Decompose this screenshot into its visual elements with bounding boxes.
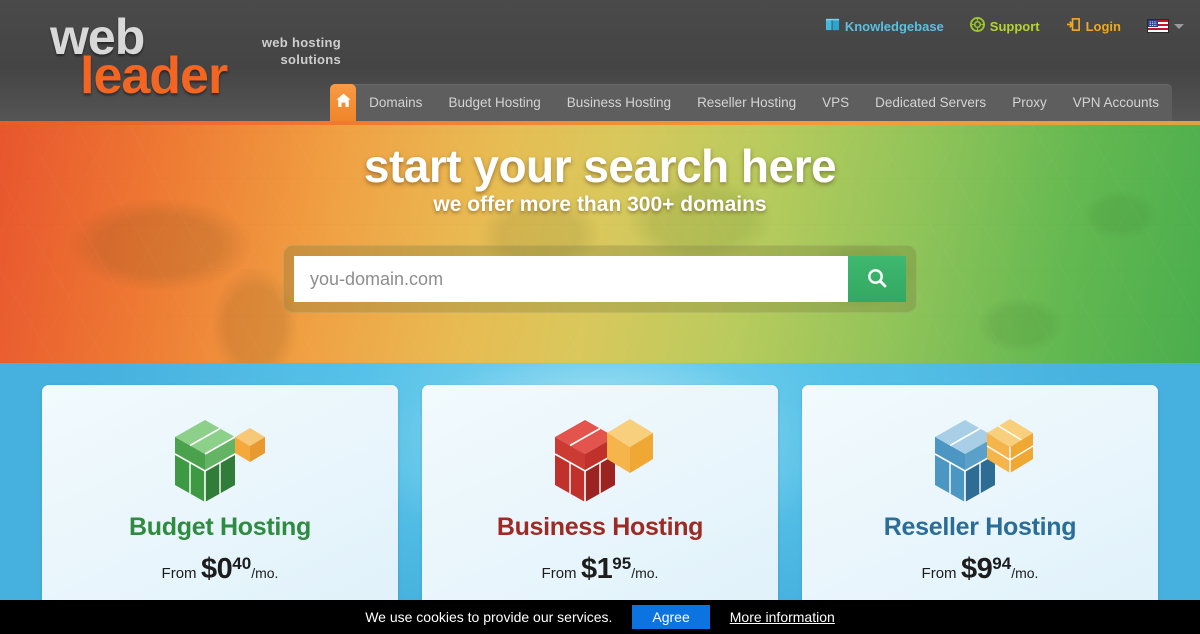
plan-card-budget-hosting[interactable]: Budget Hosting From $040/mo. [42, 385, 398, 634]
hero-section: start your search here we offer more tha… [0, 125, 1200, 363]
price-period: /mo. [251, 565, 279, 581]
cookie-agree-button[interactable]: Agree [632, 605, 710, 629]
plan-title-business-hosting: Business Hosting [496, 513, 704, 541]
nav-item-business-hosting[interactable]: Business Hosting [554, 84, 684, 121]
domain-search-input[interactable] [294, 256, 848, 302]
nav-item-vps[interactable]: VPS [809, 84, 862, 121]
price-dollars: 0 [216, 553, 233, 585]
price-cents: 40 [232, 553, 252, 573]
knowledgebase-label: Knowledgebase [844, 18, 944, 34]
plan-price-business-hosting: From $195/mo. [422, 553, 778, 586]
price-from-label: From [541, 565, 577, 582]
site-logo[interactable]: web leader web hosting solutions [48, 10, 348, 106]
cookie-message: We use cookies to provide our services. [365, 609, 613, 625]
support-label: Support [989, 18, 1040, 34]
nav-item-vpn-accounts[interactable]: VPN Accounts [1060, 84, 1172, 121]
lifebuoy-icon [969, 17, 985, 35]
domain-search-box [283, 245, 917, 313]
price-from-label: From [921, 565, 957, 582]
cookie-consent-bar: We use cookies to provide our services. … [0, 600, 1200, 634]
plan-price-budget-hosting: From $040/mo. [42, 553, 398, 586]
logo-tagline: web hosting solutions [221, 34, 341, 68]
us-flag-icon [1147, 19, 1169, 33]
knowledgebase-link[interactable]: Knowledgebase [825, 17, 944, 35]
login-arrow-icon [1066, 17, 1081, 35]
support-link[interactable]: Support [969, 17, 1040, 35]
price-currency: $ [961, 553, 977, 585]
cube-icon-green [165, 407, 275, 518]
plan-price-reseller-hosting: From $994/mo. [802, 553, 1158, 586]
book-icon [825, 17, 840, 35]
cube-icon-blue [925, 407, 1035, 518]
nav-item-domains[interactable]: Domains [356, 84, 435, 121]
page-root: web leader web hosting solutions Knowled… [0, 0, 1200, 634]
chevron-down-icon [1174, 23, 1184, 29]
nav-item-budget-hosting[interactable]: Budget Hosting [435, 84, 553, 121]
price-dollars: 1 [596, 553, 613, 585]
login-link[interactable]: Login [1066, 17, 1121, 35]
logo-word-leader: leader [80, 47, 228, 105]
price-cents: 95 [612, 553, 632, 573]
hero-subtitle: we offer more than 300+ domains [433, 193, 767, 216]
top-utility-bar: Knowledgebase Support Login [825, 15, 1184, 37]
domain-search-button[interactable] [848, 256, 906, 302]
nav-item-dedicated-servers[interactable]: Dedicated Servers [862, 84, 999, 121]
home-icon [335, 92, 352, 114]
price-currency: $ [581, 553, 597, 585]
logo-tagline-line1: web hosting [261, 35, 341, 50]
language-selector[interactable] [1147, 19, 1184, 33]
price-cents: 94 [992, 553, 1012, 573]
cookie-more-information-link[interactable]: More information [730, 609, 835, 625]
plan-card-reseller-hosting[interactable]: Reseller Hosting From $994/mo. [802, 385, 1158, 634]
search-icon [865, 266, 889, 293]
price-dollars: 9 [976, 553, 993, 585]
hero-title: start your search here [363, 140, 837, 192]
price-period: /mo. [631, 565, 659, 581]
plan-title-reseller-hosting: Reseller Hosting [883, 513, 1077, 541]
price-currency: $ [201, 553, 217, 585]
plans-section: Budget Hosting From $040/mo. Business Ho… [0, 363, 1200, 634]
plan-title-budget-hosting: Budget Hosting [129, 513, 311, 541]
logo-tagline-line2: solutions [280, 52, 341, 67]
price-from-label: From [161, 565, 197, 582]
main-navigation: Domains Budget Hosting Business Hosting … [330, 84, 1172, 121]
nav-item-reseller-hosting[interactable]: Reseller Hosting [684, 84, 809, 121]
login-label: Login [1085, 18, 1121, 34]
cube-icon-red [545, 407, 655, 518]
plan-card-business-hosting[interactable]: Business Hosting From $195/mo. [422, 385, 778, 634]
site-header: web leader web hosting solutions Knowled… [0, 0, 1200, 121]
nav-item-proxy[interactable]: Proxy [999, 84, 1060, 121]
nav-item-home[interactable] [330, 84, 357, 121]
price-period: /mo. [1011, 565, 1039, 581]
